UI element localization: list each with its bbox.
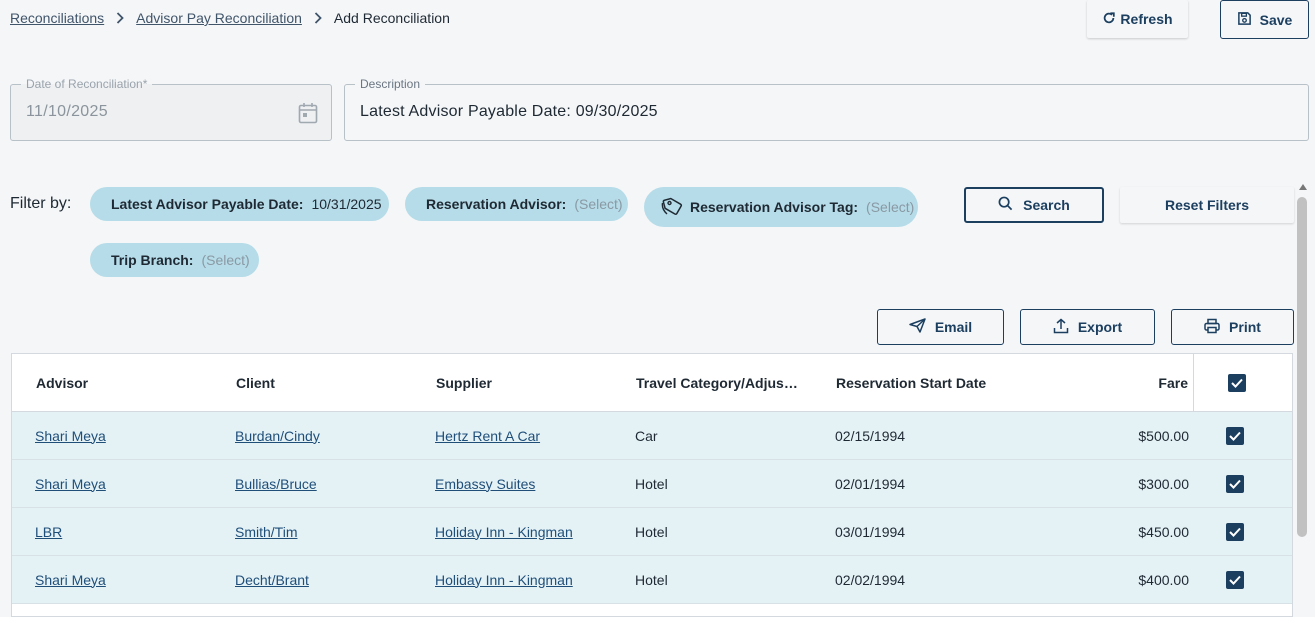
filter-chip-reservation-advisor[interactable]: Reservation Advisor: (Select) <box>405 187 628 221</box>
reset-filters-button[interactable]: Reset Filters <box>1120 187 1294 223</box>
table-row[interactable]: Shari Meya Burdan/Cindy Hertz Rent A Car… <box>12 412 1292 460</box>
check-icon <box>1231 378 1243 388</box>
search-button[interactable]: Search <box>964 187 1104 223</box>
column-header-reservation-start-date[interactable]: Reservation Start Date <box>836 354 986 412</box>
calendar-icon <box>298 102 318 129</box>
supplier-link[interactable]: Embassy Suites <box>435 476 535 492</box>
supplier-link[interactable]: Hertz Rent A Car <box>435 428 540 444</box>
scroll-up-arrow-icon[interactable] <box>1299 184 1307 190</box>
advisor-link[interactable]: Shari Meya <box>35 428 106 444</box>
description-field[interactable]: Description Latest Advisor Payable Date:… <box>344 77 1309 141</box>
row-checkbox[interactable] <box>1226 474 1244 493</box>
client-link[interactable]: Bullias/Bruce <box>235 476 317 492</box>
advisor-link[interactable]: Shari Meya <box>35 572 106 588</box>
date-of-reconciliation-value: 11/10/2025 <box>26 103 108 120</box>
scrollbar-thumb[interactable] <box>1297 197 1307 537</box>
travel-category-cell: Hotel <box>635 475 668 492</box>
filter-chip-reservation-advisor-tag[interactable]: Reservation Advisor Tag: (Select) <box>644 187 918 227</box>
check-icon <box>1229 431 1241 441</box>
column-header-supplier[interactable]: Supplier <box>436 354 492 412</box>
travel-category-cell: Hotel <box>635 571 668 588</box>
export-button[interactable]: Export <box>1020 309 1155 345</box>
fare-cell: $450.00 <box>1138 523 1189 540</box>
reservation-start-date-cell: 02/01/1994 <box>835 475 906 492</box>
email-button[interactable]: Email <box>877 309 1004 345</box>
reservation-start-date-cell: 02/02/1994 <box>835 571 906 588</box>
filter-chip-latest-advisor-payable-date[interactable]: Latest Advisor Payable Date: 10/31/2025 <box>90 187 389 221</box>
client-link[interactable]: Smith/Tim <box>235 524 297 540</box>
column-header-advisor[interactable]: Advisor <box>36 354 88 412</box>
column-header-fare[interactable]: Fare <box>1012 354 1188 412</box>
filter-chip-trip-branch[interactable]: Trip Branch: (Select) <box>90 243 259 277</box>
upload-icon <box>1053 318 1069 337</box>
client-link[interactable]: Decht/Brant <box>235 572 309 588</box>
select-all-checkbox-cell <box>1227 354 1247 412</box>
reservation-start-date-cell: 02/15/1994 <box>835 427 906 444</box>
search-label: Search <box>1023 197 1070 213</box>
supplier-link[interactable]: Holiday Inn - Kingman <box>435 572 573 588</box>
fare-cell: $500.00 <box>1138 427 1189 444</box>
table-row[interactable]: Shari Meya Bullias/Bruce Embassy Suites … <box>12 460 1292 508</box>
table-row[interactable]: LBR Smith/Tim Holiday Inn - Kingman Hote… <box>12 508 1292 556</box>
check-icon <box>1229 575 1241 585</box>
column-header-client[interactable]: Client <box>236 354 275 412</box>
chip-value: 10/31/2025 <box>311 196 382 212</box>
print-label: Print <box>1229 319 1261 335</box>
breadcrumb: Reconciliations Advisor Pay Reconciliati… <box>10 10 450 26</box>
tag-icon <box>661 197 683 217</box>
refresh-button[interactable]: Refresh <box>1087 0 1188 38</box>
client-link[interactable]: Burdan/Cindy <box>235 428 320 444</box>
chevron-right-icon <box>116 12 124 24</box>
export-label: Export <box>1077 319 1123 335</box>
breadcrumb-link-advisor-pay-reconciliation[interactable]: Advisor Pay Reconciliation <box>136 10 302 26</box>
printer-icon <box>1204 318 1220 337</box>
select-all-checkbox[interactable] <box>1228 374 1246 392</box>
advisor-link[interactable]: Shari Meya <box>35 476 106 492</box>
fare-cell: $400.00 <box>1138 571 1189 588</box>
refresh-label: Refresh <box>1120 11 1173 27</box>
chip-value: (Select) <box>574 196 623 212</box>
date-of-reconciliation-label: Date of Reconciliation* <box>21 77 153 91</box>
chevron-right-icon <box>314 12 322 24</box>
fare-cell: $300.00 <box>1138 475 1189 492</box>
filter-by-label: Filter by: <box>10 195 72 212</box>
print-button[interactable]: Print <box>1171 309 1294 345</box>
travel-category-cell: Car <box>635 427 658 444</box>
description-value[interactable]: Latest Advisor Payable Date: 09/30/2025 <box>360 103 658 121</box>
email-label: Email <box>934 319 973 335</box>
chip-key: Reservation Advisor: <box>426 196 567 212</box>
save-label: Save <box>1259 11 1293 28</box>
chip-key: Trip Branch: <box>111 252 194 268</box>
send-icon <box>909 318 926 336</box>
check-icon <box>1229 527 1241 537</box>
check-icon <box>1229 479 1241 489</box>
row-checkbox[interactable] <box>1226 522 1244 541</box>
table-header: Advisor Client Supplier Travel Category/… <box>12 354 1292 412</box>
description-label: Description <box>355 77 426 91</box>
search-icon <box>998 196 1013 214</box>
reconciliation-table: Advisor Client Supplier Travel Category/… <box>11 353 1293 617</box>
chip-value: (Select) <box>201 252 250 268</box>
breadcrumb-link-reconciliations[interactable]: Reconciliations <box>10 10 104 26</box>
row-checkbox[interactable] <box>1226 570 1244 589</box>
chip-key: Latest Advisor Payable Date: <box>111 196 304 212</box>
supplier-link[interactable]: Holiday Inn - Kingman <box>435 524 573 540</box>
reservation-start-date-cell: 03/01/1994 <box>835 523 906 540</box>
date-of-reconciliation-field: Date of Reconciliation* 11/10/2025 <box>10 77 332 141</box>
row-checkbox[interactable] <box>1226 426 1244 445</box>
breadcrumb-current: Add Reconciliation <box>333 10 450 26</box>
chip-key: Reservation Advisor Tag: <box>690 199 859 215</box>
chip-value: (Select) <box>866 199 915 215</box>
refresh-icon <box>1102 11 1116 28</box>
floppy-disk-icon <box>1237 11 1252 29</box>
page-scrollbar[interactable] <box>1296 182 1310 617</box>
advisor-link[interactable]: LBR <box>35 524 62 540</box>
travel-category-cell: Hotel <box>635 523 668 540</box>
table-row[interactable]: Shari Meya Decht/Brant Holiday Inn - Kin… <box>12 556 1292 604</box>
save-button[interactable]: Save <box>1220 0 1309 39</box>
column-header-travel-category[interactable]: Travel Category/Adjus… <box>636 354 798 412</box>
